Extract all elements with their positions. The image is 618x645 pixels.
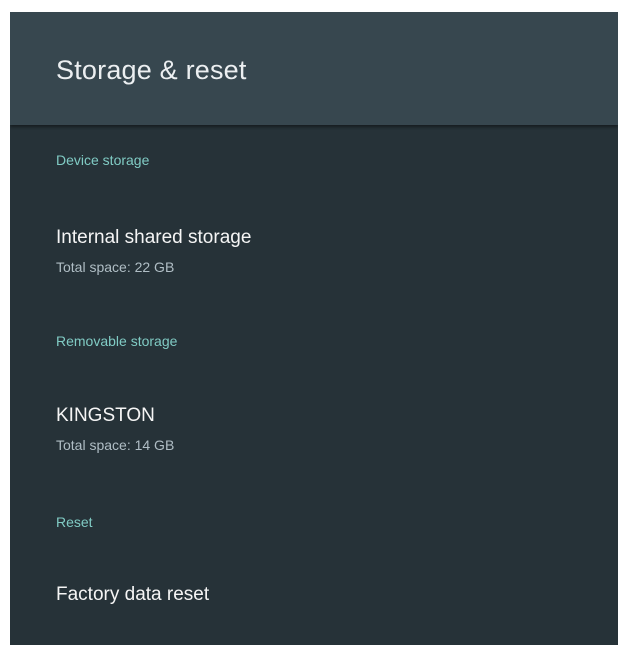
settings-screen: Storage & reset Device storage Internal … — [10, 12, 618, 645]
item-subtitle: Total space: 14 GB — [56, 437, 175, 453]
item-title: Internal shared storage — [56, 227, 252, 248]
settings-header: Storage & reset — [10, 12, 618, 125]
item-title: KINGSTON — [56, 405, 155, 426]
section-header-reset: Reset — [56, 514, 93, 530]
list-item-factory-data-reset[interactable]: Factory data reset — [10, 584, 618, 614]
list-item-internal-shared-storage[interactable]: Internal shared storage Total space: 22 … — [10, 227, 618, 285]
list-item-kingston[interactable]: KINGSTON Total space: 14 GB — [10, 405, 618, 463]
item-title: Factory data reset — [56, 584, 210, 605]
section-header-device-storage: Device storage — [56, 152, 150, 168]
page-title: Storage & reset — [56, 55, 247, 85]
item-subtitle: Total space: 22 GB — [56, 259, 175, 275]
section-header-removable-storage: Removable storage — [56, 333, 178, 349]
